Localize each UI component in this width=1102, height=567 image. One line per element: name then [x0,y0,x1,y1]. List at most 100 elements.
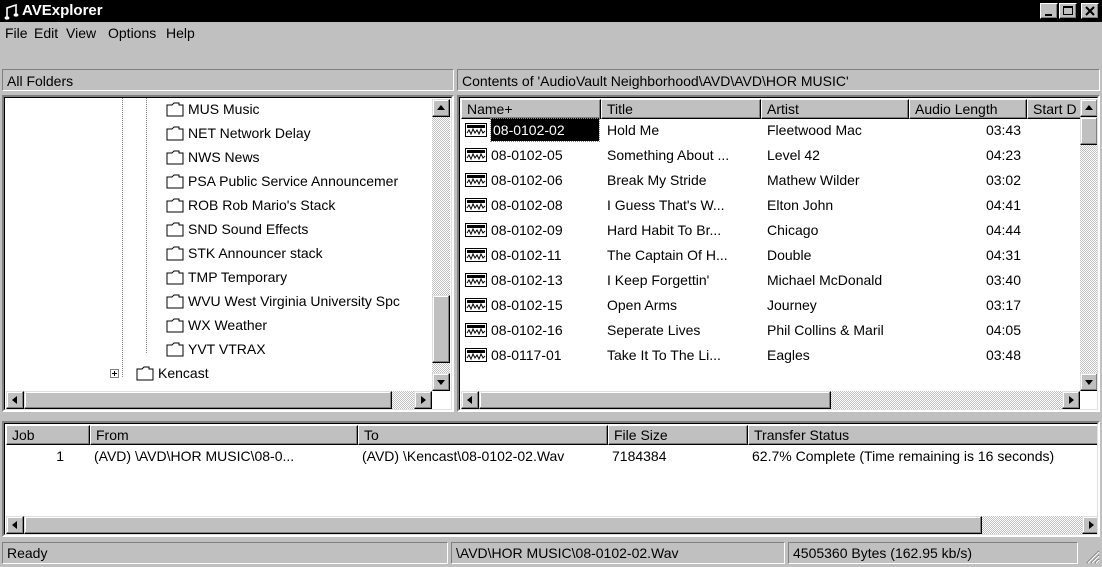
file-name: 08-0102-02 [490,118,600,142]
audio-file-icon [465,348,487,362]
job-number: 1 [56,448,64,464]
job-file-size: 7184384 [612,448,667,464]
file-name: 08-0102-08 [491,197,563,213]
scroll-left-button[interactable] [461,391,479,409]
close-button[interactable] [1081,3,1099,19]
scroll-arrow-icon [437,105,445,110]
folder-icon [166,294,184,309]
column-artist[interactable]: Artist [761,99,909,119]
file-artist: Elton John [767,197,834,213]
title-bar[interactable]: AVExplorer [0,0,1102,22]
file-name: 08-0102-05 [491,147,563,163]
file-audio-length: 03:02 [985,172,1021,188]
tree-line [122,97,123,377]
scroll-thumb[interactable] [432,295,450,363]
file-audio-length: 04:41 [985,197,1021,213]
audio-file-icon [465,273,487,287]
file-audio-length: 04:44 [985,222,1021,238]
file-artist: Mathew Wilder [767,172,860,188]
audio-file-icon [465,223,487,237]
column-start-date[interactable]: Start D [1027,99,1087,119]
file-row[interactable]: 08-0102-06 Break My Stride Mathew Wilder 03… [461,169,1080,191]
file-row[interactable]: 08-0117-01 Take It To The Li... Eagles 03:4… [461,344,1080,366]
scroll-thumb[interactable] [24,391,392,409]
menu-view[interactable]: View [66,25,96,41]
folder-icon [166,270,184,285]
app-icon [4,3,19,20]
column-transfer-status[interactable]: Transfer Status [748,425,1098,445]
job-row[interactable]: 1 (AVD) \AVD\HOR MUSIC\08-0... (AVD) \Ke… [6,445,1098,467]
folder-tree[interactable]: MUS Music NET Network Delay NWS News PSA… [2,95,454,412]
transfer-jobs[interactable]: Job From To File Size Transfer Status 1 … [2,421,1100,537]
file-row[interactable]: 08-0102-05 Something About ... Level 42 04:… [461,144,1080,166]
file-audio-length: 03:17 [985,297,1021,313]
file-title: The Captain Of H... [607,247,728,263]
file-list-hscroll[interactable] [461,391,1080,409]
folder-tree-vscroll[interactable] [432,99,450,391]
scroll-right-button[interactable] [1062,391,1080,409]
file-title: Open Arms [607,297,678,313]
folder-icon [166,102,184,117]
audio-file-icon [465,198,487,212]
scroll-arrow-icon [421,396,426,404]
scroll-right-button[interactable] [414,391,432,409]
minimize-button[interactable] [1040,3,1058,19]
scroll-arrow-icon [1069,396,1074,404]
file-title: Hold Me [607,122,660,138]
file-name: 08-0102-09 [491,222,563,238]
maximize-button[interactable] [1059,3,1077,19]
scroll-up-button[interactable] [432,99,450,117]
file-audio-length: 03:48 [985,347,1021,363]
scroll-thumb[interactable] [479,391,831,409]
scroll-down-button[interactable] [432,373,450,391]
audio-file-icon [465,123,487,137]
file-list[interactable]: Name+ Title Artist Audio Length Start D … [457,95,1100,412]
scroll-down-button[interactable] [1080,373,1098,391]
window-title: AVExplorer [22,2,103,19]
folder-icon [166,342,184,357]
file-title: Break My Stride [607,172,707,188]
scroll-up-button[interactable] [1080,99,1098,117]
menu-bar: File Edit View Options Help [0,22,1102,44]
menu-file[interactable]: File [5,25,28,41]
file-row[interactable]: 08-0102-11 The Captain Of H... Double 04:31 [461,244,1080,266]
file-row-partial[interactable] [461,369,1080,377]
file-row[interactable]: 08-0102-09 Hard Habit To Br... Chicago 04:4… [461,219,1080,241]
file-list-vscroll[interactable] [1080,99,1098,391]
jobs-hscroll[interactable] [6,516,1098,534]
column-to[interactable]: To [358,425,608,445]
scroll-left-button[interactable] [6,516,24,534]
file-artist: Level 42 [767,147,820,163]
column-file-size[interactable]: File Size [608,425,748,445]
column-audio-length[interactable]: Audio Length [909,99,1027,119]
column-name[interactable]: Name+ [461,99,601,119]
file-artist: Phil Collins & Maril [767,322,884,338]
scroll-thumb[interactable] [24,516,982,534]
menu-help[interactable]: Help [166,25,195,41]
file-row[interactable]: 08-0102-13 I Keep Forgettin' Michael McDon… [461,269,1080,291]
file-list-header: Name+ Title Artist Audio Length Start D [461,99,1087,119]
file-title: I Guess That's W... [607,197,725,213]
file-row[interactable]: 08-0102-02 Hold Me Fleetwood Mac 03:43 [461,118,1080,142]
column-title[interactable]: Title [601,99,761,119]
scroll-left-button[interactable] [6,391,24,409]
resize-grip-icon[interactable] [1084,548,1100,564]
file-row[interactable]: 08-0102-15 Open Arms Journey 03:17 [461,294,1080,316]
scroll-right-button[interactable] [1082,516,1098,534]
file-audio-length: 03:40 [985,272,1021,288]
job-transfer-status: 62.7% Complete (Time remaining is 16 sec… [752,448,1055,464]
column-from[interactable]: From [90,425,358,445]
file-audio-length: 04:05 [985,322,1021,338]
file-artist: Journey [767,297,817,313]
column-job[interactable]: Job [6,425,90,445]
file-row[interactable]: 08-0102-08 I Guess That's W... Elton John 0… [461,194,1080,216]
file-name: 08-0102-15 [491,297,563,313]
scroll-thumb[interactable] [1080,117,1098,145]
file-row[interactable]: 08-0102-16 Seperate Lives Phil Collins & M… [461,319,1080,341]
menu-edit[interactable]: Edit [34,25,58,41]
folder-tree-hscroll[interactable] [6,391,432,409]
file-audio-length: 04:23 [985,147,1021,163]
menu-options[interactable]: Options [108,25,156,41]
scroll-arrow-icon [437,380,445,385]
expand-kencast-button[interactable] [110,369,119,378]
